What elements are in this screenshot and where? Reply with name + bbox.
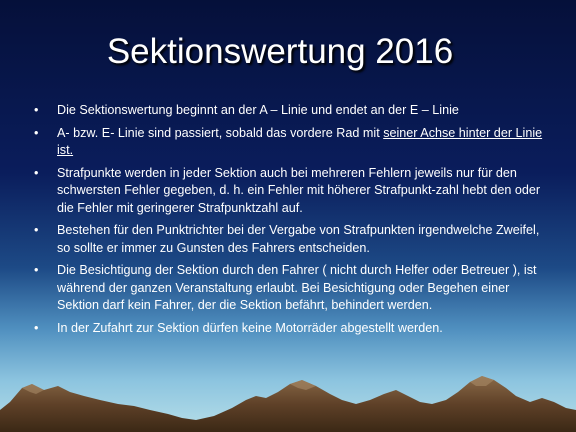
bullet-list: • Die Sektionswertung beginnt an der A –… bbox=[32, 102, 552, 342]
bullet-text: Strafpunkte werden in jeder Sektion auch… bbox=[57, 165, 541, 215]
bullet-dot: • bbox=[34, 263, 39, 277]
bullet-text: A- bzw. E- Linie sind passiert, sobald d… bbox=[57, 125, 384, 140]
bullet-item: • In der Zufahrt zur Sektion dürfen kein… bbox=[32, 320, 552, 338]
bullet-dot: • bbox=[34, 125, 39, 140]
mountain-range-image bbox=[0, 376, 576, 432]
slide-title: Sektionswertung 2016 bbox=[106, 32, 454, 71]
bullet-item: • Die Sektionswertung beginnt an der A –… bbox=[32, 102, 552, 120]
bullet-dot: • bbox=[34, 103, 39, 117]
bullet-text: Bestehen für den Punktrichter bei der Ve… bbox=[57, 223, 540, 255]
bullet-item: • Strafpunkte werden in jeder Sektion au… bbox=[32, 165, 552, 218]
bullet-text: Die Besichtigung der Sektion durch den F… bbox=[57, 263, 537, 312]
bullet-item: • Die Besichtigung der Sektion durch den… bbox=[32, 262, 552, 315]
bullet-item: • Bestehen für den Punktrichter bei der … bbox=[32, 222, 552, 257]
bullet-dot: • bbox=[34, 165, 39, 180]
bullet-text: In der Zufahrt zur Sektion dürfen keine … bbox=[57, 320, 443, 335]
bullet-dot: • bbox=[34, 320, 39, 335]
bullet-item: • A- bzw. E- Linie sind passiert, sobald… bbox=[32, 125, 552, 160]
presentation-slide: Sektionswertung 2016 • Die Sektionswertu… bbox=[0, 0, 576, 432]
bullet-dot: • bbox=[34, 223, 39, 237]
bullet-text: Die Sektionswertung beginnt an der A – L… bbox=[57, 103, 459, 117]
